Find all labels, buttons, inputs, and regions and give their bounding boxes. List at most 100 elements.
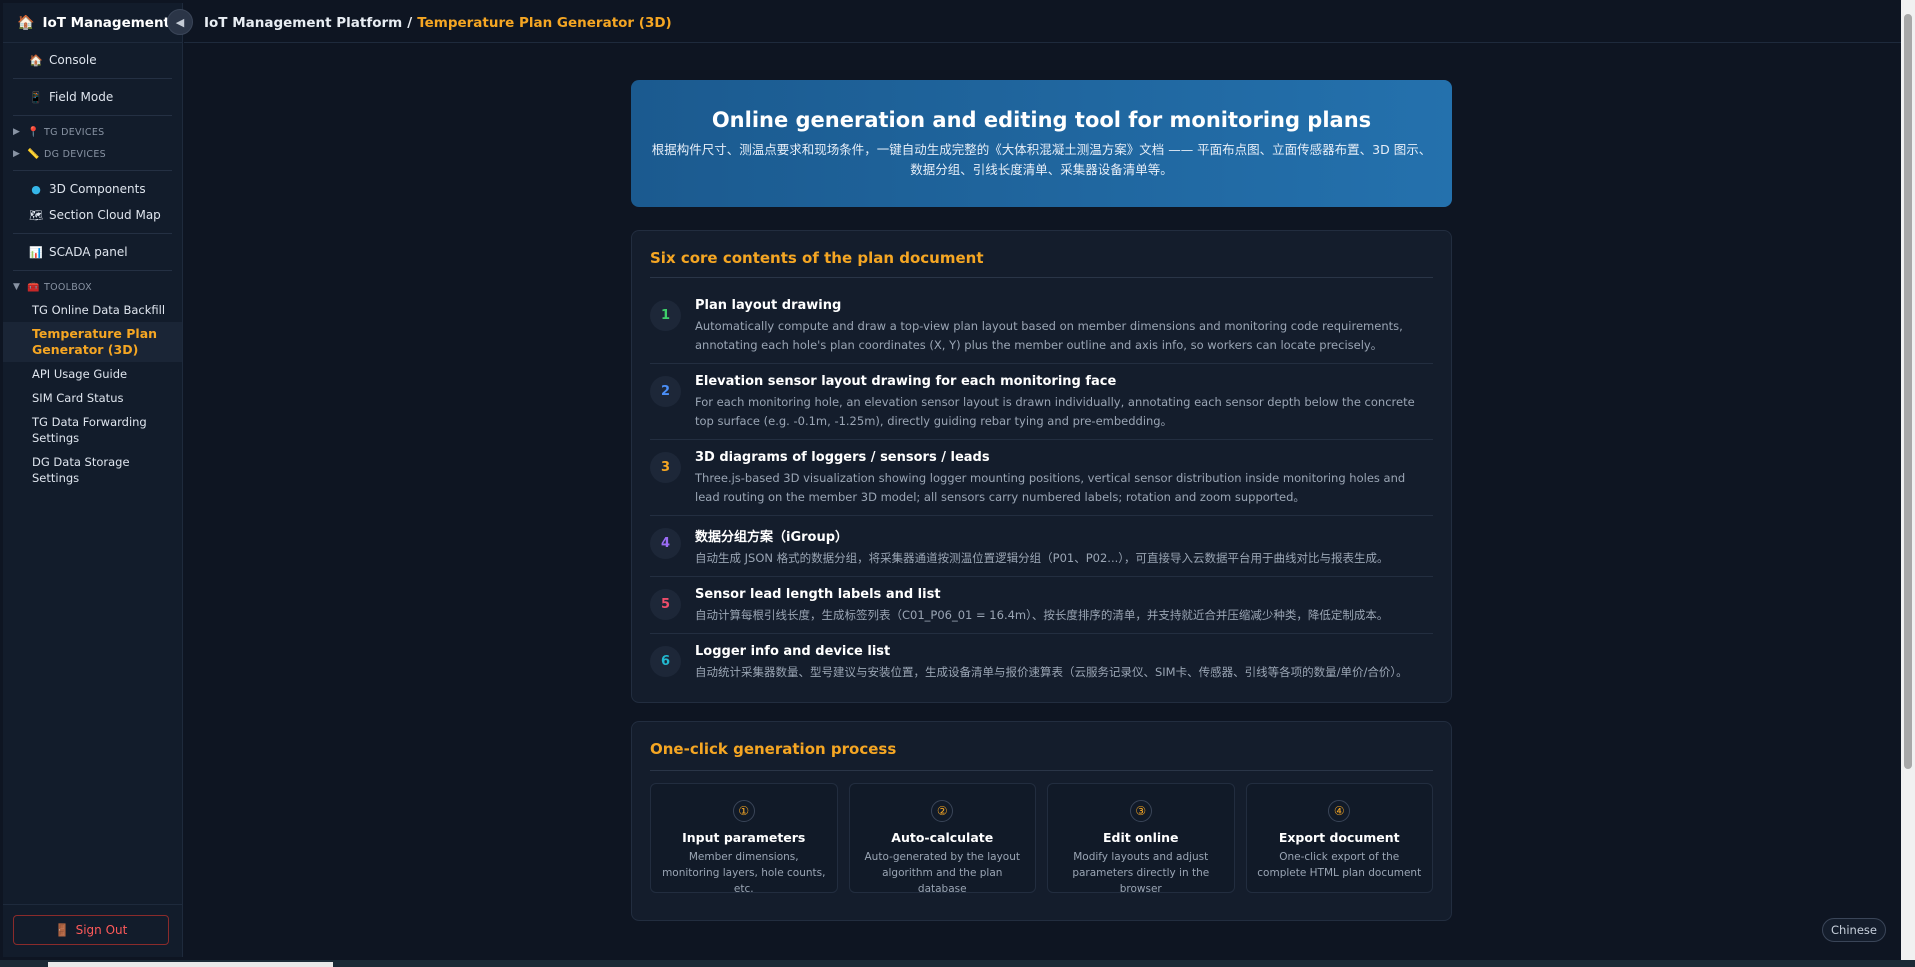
breadcrumb-separator: / bbox=[407, 14, 413, 31]
item-number-badge: 3 bbox=[650, 452, 681, 483]
home-icon: 🏠 bbox=[29, 53, 43, 67]
divider bbox=[13, 78, 172, 79]
chevron-right-icon: ▶ bbox=[13, 127, 21, 137]
step-number-badge: ③ bbox=[1129, 800, 1152, 822]
sidebar: 🏠 IoT Management Plat 🏠 Console 📱 Field … bbox=[3, 3, 183, 957]
sign-out-label: Sign Out bbox=[75, 923, 128, 937]
item-text: Three.js-based 3D visualization showing … bbox=[695, 471, 1406, 504]
process-step: ② Auto-calculate Auto-generated by the lay… bbox=[848, 783, 1036, 895]
sidebar-item-label: SCADA panel bbox=[49, 245, 128, 259]
hero-banner: Online generation and editing tool for m… bbox=[631, 80, 1452, 207]
item-number-badge: 1 bbox=[650, 300, 681, 331]
map-icon: 🗺 bbox=[29, 208, 43, 222]
item-title: 3D diagrams of loggers / sensors / leads bbox=[695, 450, 990, 465]
item-text: 自动统计采集器数量、型号建议与安装位置，生成设备清单与报价速算表（云服务记录仪、… bbox=[695, 665, 1408, 679]
core-item: 5 Sensor lead length labels and list 自动计算每… bbox=[650, 577, 1433, 634]
process-step: ③ Edit online Modify layouts and adjust pa… bbox=[1047, 783, 1235, 895]
core-item: 3 3D diagrams of loggers / sensors / lead… bbox=[650, 440, 1433, 516]
sidebar-item-tg-backfill[interactable]: TG Online Data Backfill bbox=[13, 298, 172, 322]
scrollbar-thumb[interactable] bbox=[1904, 14, 1912, 769]
toolbox-icon: 🧰 bbox=[27, 281, 40, 293]
scrollbar[interactable] bbox=[1901, 0, 1915, 960]
sidebar-item-label: 3D Components bbox=[49, 182, 146, 196]
sign-out-button[interactable]: 🚪 Sign Out bbox=[13, 915, 169, 945]
item-body: Logger info and device list 自动统计采集器数量、型号建… bbox=[695, 644, 1408, 682]
item-text: For each monitoring hole, an elevation s… bbox=[695, 395, 1415, 428]
sidebar-item-scada[interactable]: 📊 SCADA panel bbox=[13, 239, 172, 265]
section-title: Six core contents of the plan document bbox=[650, 249, 1433, 278]
door-icon: 🚪 bbox=[54, 923, 70, 937]
breadcrumb-root[interactable]: IoT Management Platform bbox=[204, 15, 402, 31]
sidebar-item-label: Section Cloud Map bbox=[48, 208, 161, 222]
globe-icon: ● bbox=[31, 182, 41, 196]
brand-title: IoT Management Plat bbox=[42, 14, 182, 31]
item-title: Logger info and device list bbox=[695, 644, 891, 659]
collapse-sidebar-button[interactable]: ◀ bbox=[167, 9, 193, 35]
divider bbox=[13, 170, 172, 171]
sidebar-item-console[interactable]: 🏠 Console bbox=[13, 47, 172, 73]
core-contents-card: Six core contents of the plan document 1… bbox=[631, 230, 1452, 703]
step-text: Member dimensions, monitoring layers, ho… bbox=[662, 851, 826, 895]
hero-description: 根据构件尺寸、测温点要求和现场条件，一键自动生成完整的《大体积混凝土测温方案》文… bbox=[651, 142, 1432, 177]
sidebar-group-toolbox[interactable]: ▼ 🧰 TOOLBOX bbox=[13, 276, 172, 298]
core-contents-list: 1 Plan layout drawing Automatically comput… bbox=[650, 288, 1433, 690]
sidebar-group-tg-devices[interactable]: ▶ 📍 TG DEVICES bbox=[13, 121, 172, 143]
core-item: 2 Elevation sensor layout drawing for eac… bbox=[650, 364, 1433, 440]
sidebar-item-tg-forwarding[interactable]: TG Data Forwarding Settings bbox=[13, 410, 172, 450]
process-card: One-click generation process ① Input para… bbox=[631, 721, 1452, 921]
group-label: DG DEVICES bbox=[44, 148, 106, 160]
item-text: 自动生成 JSON 格式的数据分组，将采集器通道按测温位置逻辑分组（P01、P0… bbox=[695, 551, 1389, 565]
sidebar-item-temperature-plan[interactable]: Temperature Plan Generator (3D) bbox=[3, 322, 182, 362]
bottom-strip-segment bbox=[48, 962, 333, 967]
sidebar-item-sim-status[interactable]: SIM Card Status bbox=[13, 386, 172, 410]
item-text: 自动计算每根引线长度，生成标签列表（C01_P06_01 = 16.4m）、按长… bbox=[695, 608, 1389, 622]
section-title: One-click generation process bbox=[650, 740, 1433, 771]
process-steps: ① Input parameters Member dimensions, moni… bbox=[650, 783, 1433, 895]
step-text: One-click export of the complete HTML pl… bbox=[1257, 851, 1422, 879]
step-number-badge: ① bbox=[732, 800, 755, 822]
item-body: Sensor lead length labels and list 自动计算每根… bbox=[695, 587, 1388, 625]
brand[interactable]: 🏠 IoT Management Plat bbox=[3, 3, 182, 43]
step-title: Export document bbox=[1278, 830, 1400, 845]
breadcrumb: IoT Management Platform / Temperature Pl… bbox=[184, 3, 1901, 43]
sidebar-nav: 🏠 Console 📱 Field Mode ▶ 📍 TG DEVICES ▶ … bbox=[3, 43, 182, 490]
sidebar-item-3d-components[interactable]: ● 3D Components bbox=[13, 176, 172, 202]
step-title: Input parameters bbox=[682, 830, 806, 845]
process-step: ④ Export document One-click export of the … bbox=[1245, 783, 1433, 893]
item-text: Automatically compute and draw a top-vie… bbox=[695, 319, 1403, 352]
item-title: Elevation sensor layout drawing for each… bbox=[695, 374, 1117, 389]
sidebar-item-field-mode[interactable]: 📱 Field Mode bbox=[13, 84, 172, 110]
divider bbox=[3, 904, 183, 905]
sidebar-item-section-cloud-map[interactable]: 🗺 Section Cloud Map bbox=[13, 202, 172, 228]
divider bbox=[13, 115, 172, 116]
item-body: Plan layout drawing Automatically compute… bbox=[695, 298, 1433, 355]
home-icon: 🏠 bbox=[17, 14, 35, 31]
sidebar-item-api-guide[interactable]: API Usage Guide bbox=[13, 362, 172, 386]
step-number-badge: ② bbox=[931, 800, 954, 822]
item-number-badge: 5 bbox=[650, 589, 681, 620]
sidebar-item-label: Console bbox=[49, 53, 97, 67]
pin-icon: 📍 bbox=[27, 126, 40, 138]
process-step: ① Input parameters Member dimensions, moni… bbox=[650, 783, 838, 895]
core-item: 6 Logger info and device list 自动统计采集器数量、型号… bbox=[650, 634, 1433, 690]
phone-icon: 📱 bbox=[29, 90, 43, 104]
group-label: TG DEVICES bbox=[44, 126, 105, 138]
step-text: Modify layouts and adjust parameters dir… bbox=[1072, 851, 1210, 895]
chevron-right-icon: ▶ bbox=[13, 149, 21, 159]
item-number-badge: 6 bbox=[650, 646, 681, 677]
chevron-left-icon: ◀ bbox=[175, 15, 185, 29]
item-number-badge: 4 bbox=[650, 528, 681, 559]
item-title: Plan layout drawing bbox=[695, 298, 842, 313]
chart-icon: 📊 bbox=[29, 245, 43, 259]
language-toggle-button[interactable]: Chinese bbox=[1822, 918, 1886, 942]
page-title: Online generation and editing tool for m… bbox=[711, 108, 1372, 132]
breadcrumb-current: Temperature Plan Generator (3D) bbox=[417, 14, 672, 31]
sidebar-group-dg-devices[interactable]: ▶ 📏 DG DEVICES bbox=[13, 143, 172, 165]
ruler-icon: 📏 bbox=[27, 148, 40, 160]
divider bbox=[13, 233, 172, 234]
item-number-badge: 2 bbox=[650, 376, 681, 407]
bottom-strip bbox=[0, 960, 1915, 967]
step-title: Edit online bbox=[1102, 830, 1179, 845]
divider bbox=[13, 270, 172, 271]
sidebar-item-dg-storage[interactable]: DG Data Storage Settings bbox=[13, 450, 172, 490]
